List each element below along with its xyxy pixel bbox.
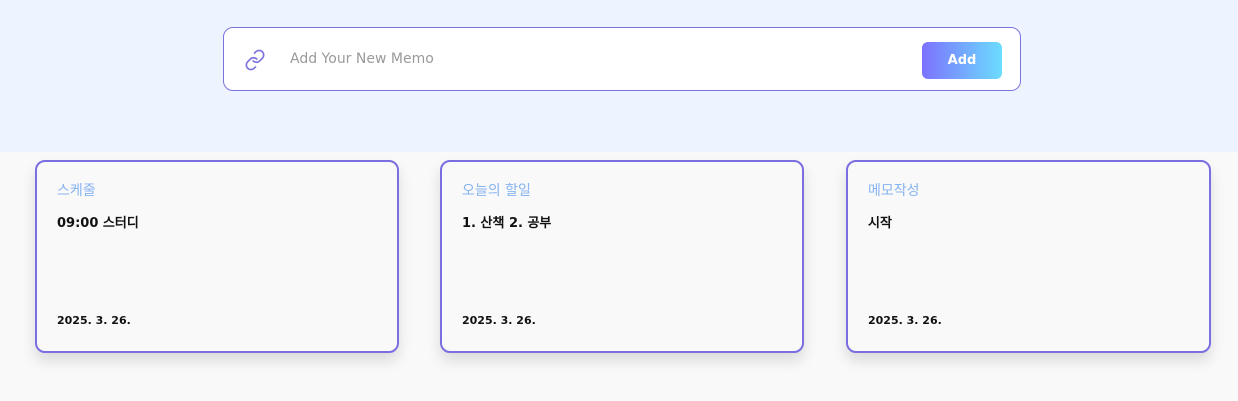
add-button[interactable]: Add: [922, 42, 1002, 79]
memo-card[interactable]: 스케줄 09:00 스터디 2025. 3. 26.: [35, 160, 399, 353]
link-icon: [245, 49, 265, 71]
memo-card-content: 시작: [868, 216, 892, 231]
memo-card-date: 2025. 3. 26.: [868, 314, 942, 327]
memo-card-title: 스케줄: [57, 183, 96, 199]
memo-input-area: Add: [0, 0, 1238, 152]
memo-card-content: 09:00 스터디: [57, 216, 139, 231]
memo-card-title: 오늘의 할일: [462, 183, 531, 199]
memo-card-date: 2025. 3. 26.: [462, 314, 536, 327]
memo-card-content: 1. 산책 2. 공부: [462, 216, 552, 231]
memo-input[interactable]: [290, 45, 890, 73]
memo-card-title: 메모작성: [868, 183, 920, 199]
memo-card[interactable]: 메모작성 시작 2025. 3. 26.: [846, 160, 1211, 353]
memo-input-box: Add: [223, 27, 1021, 91]
memo-card[interactable]: 오늘의 할일 1. 산책 2. 공부 2025. 3. 26.: [440, 160, 804, 353]
memo-card-date: 2025. 3. 26.: [57, 314, 131, 327]
